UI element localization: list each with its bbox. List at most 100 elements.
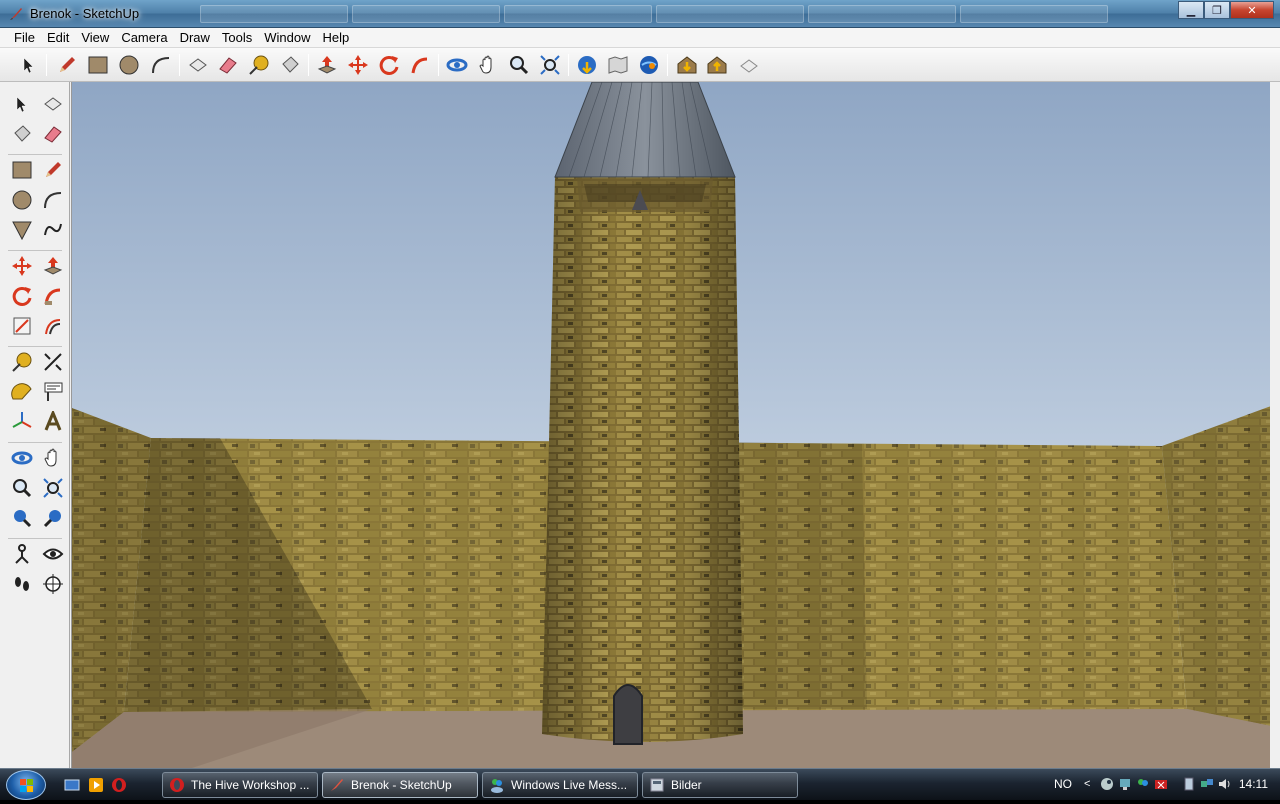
protractor-tool-button[interactable]	[8, 378, 36, 406]
zoom-extents-tool-button[interactable]	[537, 52, 563, 78]
share-model-tool-button[interactable]	[605, 52, 631, 78]
select-tool-button[interactable]	[16, 52, 42, 78]
maximize-button[interactable]: ❐	[1204, 1, 1230, 19]
taskbar-item-hive-workshop[interactable]: The Hive Workshop ...	[162, 772, 318, 798]
pencil-icon	[46, 162, 61, 177]
sketchup-window: Brenok - SketchUp ▁ ❐ ✕ File Edit View C…	[0, 0, 1280, 768]
tape-measure-tool-button[interactable]	[8, 348, 36, 376]
line-tool-button[interactable]	[39, 156, 67, 184]
section-plane-tool-button[interactable]	[39, 570, 67, 598]
circle-tool-button[interactable]	[8, 186, 36, 214]
push-pull-icon	[317, 56, 337, 74]
axes-tool-button[interactable]	[8, 408, 36, 436]
component-icon	[44, 97, 62, 111]
tower-door	[614, 685, 642, 744]
toggle-terrain-tool-button[interactable]	[704, 52, 730, 78]
look-around-tool-button[interactable]	[39, 540, 67, 568]
next-view-tool-button[interactable]	[39, 504, 67, 532]
push-pull-tool-button[interactable]	[314, 52, 340, 78]
taskbar-item-messenger[interactable]: Windows Live Mess...	[482, 772, 638, 798]
scale-tool-button[interactable]	[8, 312, 36, 340]
menu-edit[interactable]: Edit	[41, 30, 75, 45]
close-button[interactable]: ✕	[1230, 1, 1274, 19]
menu-window[interactable]: Window	[258, 30, 316, 45]
media-player-icon[interactable]	[88, 777, 104, 793]
messenger-tray-icon[interactable]	[1136, 777, 1150, 791]
make-component-tool-button[interactable]	[185, 52, 211, 78]
previous-view-tool-button[interactable]	[8, 504, 36, 532]
eraser-tool-button[interactable]	[215, 52, 241, 78]
select-tool-button[interactable]	[8, 90, 36, 118]
walk-tool-button[interactable]	[8, 570, 36, 598]
show-desktop-icon[interactable]	[64, 777, 80, 793]
get-current-view-tool-button[interactable]	[674, 52, 700, 78]
tape-measure-tool-button[interactable]	[246, 52, 272, 78]
eraser-tool-button[interactable]	[39, 120, 67, 148]
menu-help[interactable]: Help	[317, 30, 356, 45]
rotate-tool-button[interactable]	[376, 52, 402, 78]
opera-quicklaunch-icon[interactable]	[111, 777, 127, 793]
network-icon[interactable]	[1118, 777, 1132, 791]
circle-tool-button[interactable]	[116, 52, 142, 78]
arc-tool-button[interactable]	[148, 52, 174, 78]
menu-view[interactable]: View	[75, 30, 115, 45]
zoom-tool-button[interactable]	[8, 474, 36, 502]
menu-file[interactable]: File	[8, 30, 41, 45]
clock[interactable]: 14:11	[1239, 777, 1268, 791]
place-model-tool-button[interactable]	[736, 52, 762, 78]
menu-tools[interactable]: Tools	[216, 30, 258, 45]
steam-icon[interactable]	[1100, 777, 1114, 791]
taskbar-item-label: The Hive Workshop ...	[191, 778, 310, 792]
device-icon[interactable]	[1182, 777, 1196, 791]
paint-bucket-icon	[14, 125, 31, 142]
dimension-tool-button[interactable]	[39, 348, 67, 376]
paint-bucket-tool-button[interactable]	[277, 52, 303, 78]
orbit-tool-button[interactable]	[8, 444, 36, 472]
orbit-icon	[11, 451, 33, 465]
get-models-tool-button[interactable]	[574, 52, 600, 78]
orbit-tool-button[interactable]	[444, 52, 470, 78]
sketchup-icon	[331, 779, 343, 791]
menu-camera[interactable]: Camera	[115, 30, 173, 45]
polygon-tool-button[interactable]	[8, 216, 36, 244]
antivirus-icon[interactable]	[1154, 777, 1168, 791]
magnifier-icon	[13, 479, 32, 498]
3d-viewport[interactable]	[71, 82, 1270, 768]
volume-icon[interactable]	[1218, 777, 1232, 791]
taskbar-item-sketchup[interactable]: Brenok - SketchUp	[322, 772, 478, 798]
arc-tool-button[interactable]	[39, 186, 67, 214]
push-pull-tool-button[interactable]	[39, 252, 67, 280]
minimize-button[interactable]: ▁	[1178, 1, 1204, 19]
make-component-tool-button[interactable]	[39, 90, 67, 118]
zoom-tool-button[interactable]	[506, 52, 532, 78]
google-earth-tool-button[interactable]	[636, 52, 662, 78]
move-tool-button[interactable]	[345, 52, 371, 78]
zoom-window-tool-button[interactable]	[39, 474, 67, 502]
rotate-tool-button[interactable]	[8, 282, 36, 310]
3d-text-tool-button[interactable]	[39, 408, 67, 436]
follow-me-tool-button[interactable]	[407, 52, 433, 78]
text-tool-button[interactable]	[39, 378, 67, 406]
follow-me-tool-button[interactable]	[39, 282, 67, 310]
arrow-cursor-icon	[23, 57, 34, 74]
rectangle-icon	[88, 56, 108, 74]
zoom-window-icon	[43, 478, 63, 498]
taskbar-item-bilder[interactable]: Bilder	[642, 772, 798, 798]
paint-bucket-tool-button[interactable]	[8, 120, 36, 148]
connection-icon[interactable]	[1200, 777, 1214, 791]
freehand-tool-button[interactable]	[39, 216, 67, 244]
3d-text-icon	[44, 411, 62, 431]
position-camera-tool-button[interactable]	[8, 540, 36, 568]
menu-draw[interactable]: Draw	[174, 30, 216, 45]
show-hidden-icons-icon[interactable]: <	[1084, 778, 1098, 792]
language-indicator[interactable]: NO	[1054, 777, 1072, 791]
title-bar[interactable]: Brenok - SketchUp ▁ ❐ ✕	[0, 0, 1280, 28]
offset-tool-button[interactable]	[39, 312, 67, 340]
pan-tool-button[interactable]	[39, 444, 67, 472]
line-tool-button[interactable]	[54, 52, 80, 78]
pan-tool-button[interactable]	[475, 52, 501, 78]
move-tool-button[interactable]	[8, 252, 36, 280]
start-button[interactable]	[6, 770, 46, 800]
rectangle-tool-button[interactable]	[8, 156, 36, 184]
rectangle-tool-button[interactable]	[85, 52, 111, 78]
